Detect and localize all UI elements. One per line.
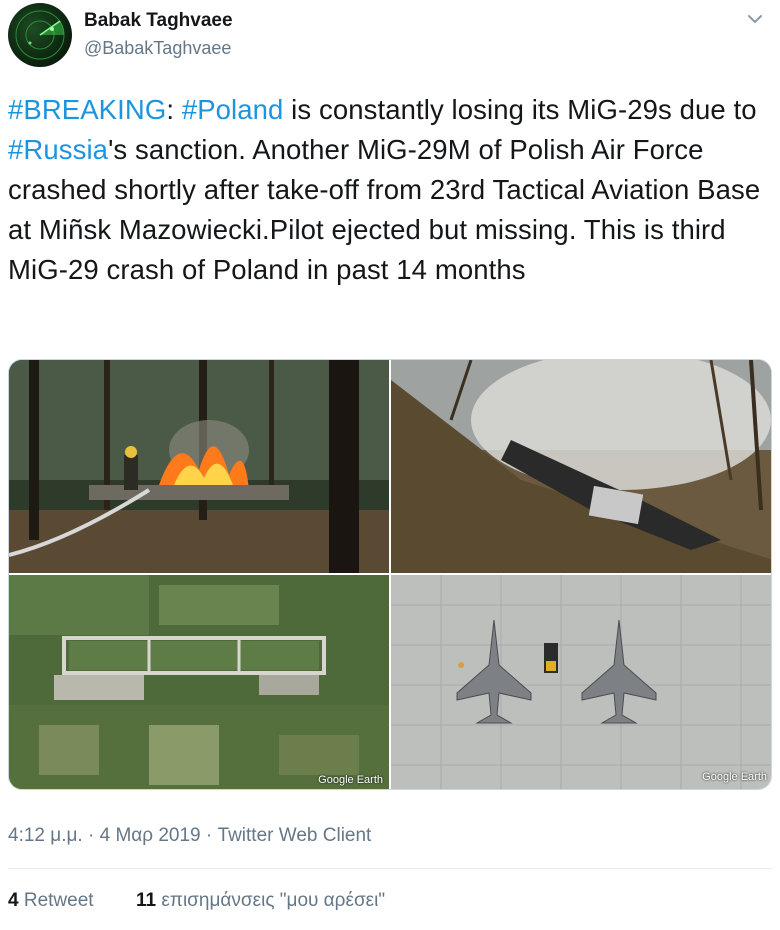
likes-stat[interactable]: 11 επισημάνσεις "μου αρέσει" [136, 890, 385, 912]
hashtag-russia[interactable]: #Russia [8, 134, 108, 165]
divider [8, 868, 772, 869]
retweets-label: Retweet [23, 890, 94, 911]
photo-crash-wreckage[interactable] [391, 360, 771, 573]
retweets-stat[interactable]: 4 Retweet [8, 890, 94, 912]
tweet-text-segment: 's sanction. Another MiG-29M of Polish A… [8, 134, 761, 285]
hashtag-poland[interactable]: #Poland [182, 94, 284, 125]
photo-airbase-satellite[interactable]: Google Earth [9, 575, 389, 789]
chevron-down-icon [748, 15, 762, 23]
tweet-text: #BREAKING: #Poland is constantly losing … [8, 90, 772, 290]
author-handle[interactable]: @BabakTaghvaee [84, 38, 231, 59]
tweet-date[interactable]: 4 Μαρ 2019 [100, 825, 201, 846]
retweets-count: 4 [8, 890, 19, 911]
likes-count: 11 [136, 890, 157, 911]
tweet-client[interactable]: Twitter Web Client [218, 825, 372, 846]
tweet-text-segment: : [166, 94, 182, 125]
hashtag-breaking[interactable]: #BREAKING [8, 94, 166, 125]
author-name[interactable]: Babak Taghvaee [84, 10, 233, 32]
google-earth-watermark: Google Earth [702, 771, 767, 783]
tweet-text-segment: is constantly losing its MiG-29s due to [283, 94, 757, 125]
likes-label: επισημάνσεις "μου αρέσει" [161, 890, 386, 911]
radar-avatar-icon [15, 10, 65, 60]
tweet-menu-button[interactable] [742, 6, 768, 32]
meta-separator: · [82, 825, 100, 846]
avatar[interactable] [8, 3, 72, 67]
google-earth-watermark: Google Earth [318, 774, 383, 786]
media-grid: Google Earth Google Earth [8, 359, 772, 790]
tweet-time[interactable]: 4:12 μ.μ. [8, 825, 83, 846]
tweet-meta: 4:12 μ.μ. · 4 Μαρ 2019 · Twitter Web Cli… [8, 825, 371, 847]
meta-separator: · [200, 825, 218, 846]
photo-crash-fire[interactable] [9, 360, 389, 573]
photo-jets-apron[interactable]: Google Earth [391, 575, 771, 789]
